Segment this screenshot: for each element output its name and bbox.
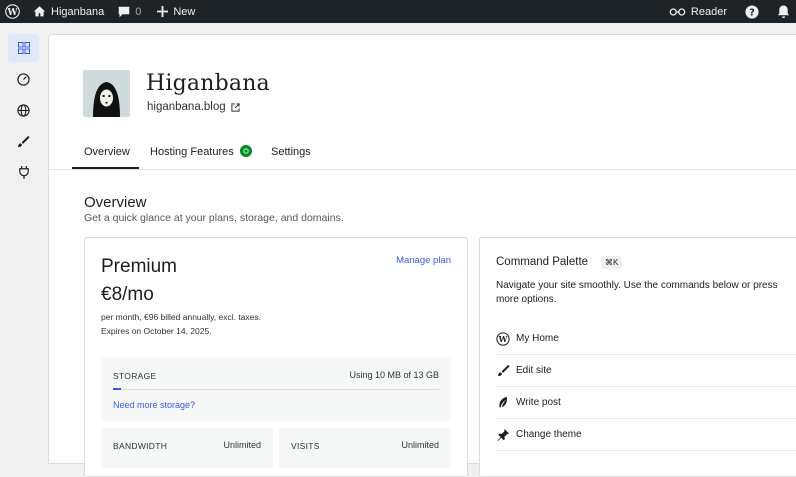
command-palette-shortcut: ⌘K — [601, 256, 623, 269]
command-write-post[interactable]: Write post — [496, 387, 796, 419]
sidebar-item-domains[interactable] — [8, 96, 39, 124]
grid-icon — [17, 42, 30, 54]
storage-box: STORAGE Using 10 MB of 13 GB Need more s… — [101, 357, 451, 421]
sidebar-item-dashboard[interactable] — [8, 34, 39, 62]
reader-menu[interactable]: Reader — [663, 0, 739, 23]
plan-expiry: Expires on October 14, 2025. — [101, 326, 212, 336]
storage-progress-track — [113, 388, 439, 390]
site-url-text: higanbana.blog — [147, 101, 226, 113]
feather-icon — [496, 396, 510, 410]
active-tab-indicator — [72, 167, 139, 169]
tab-settings[interactable]: Settings — [271, 146, 311, 158]
tab-bar: Overview Hosting Features Settings — [49, 135, 796, 170]
external-link-icon — [231, 102, 240, 112]
site-avatar[interactable] — [83, 70, 130, 117]
command-my-home[interactable]: W My Home — [496, 323, 796, 355]
bandwidth-value: Unlimited — [223, 440, 261, 450]
bell-icon — [777, 5, 790, 18]
site-url-link[interactable]: higanbana.blog — [147, 101, 240, 113]
comments-menu[interactable]: 0 — [110, 0, 147, 23]
command-palette-description: Navigate your site smoothly. Use the com… — [496, 280, 778, 305]
plan-billing: per month, €96 billed annually, excl. ta… — [101, 312, 262, 322]
reader-label: Reader — [690, 5, 727, 18]
plus-icon — [157, 6, 169, 17]
main-panel: Higanbana higanbana.blog Overview Hostin… — [48, 34, 796, 477]
svg-text:W: W — [498, 335, 508, 344]
command-label: My Home — [516, 333, 559, 344]
command-label: Change theme — [516, 429, 582, 440]
reader-glasses-icon — [669, 7, 686, 16]
command-palette-card: Command Palette ⌘K Navigate your site sm… — [479, 237, 796, 477]
gauge-icon — [17, 72, 30, 86]
plan-name: Premium — [101, 256, 178, 277]
command-label: Write post — [516, 397, 561, 408]
help-menu[interactable]: ? — [739, 0, 771, 23]
tab-hosting-features[interactable]: Hosting Features — [150, 145, 252, 158]
visits-box: VISITS Unlimited — [279, 428, 451, 468]
bandwidth-label: BANDWIDTH — [113, 441, 168, 451]
tab-overview[interactable]: Overview — [84, 146, 130, 158]
svg-text:?: ? — [749, 7, 755, 18]
storage-usage: Using 10 MB of 13 GB — [349, 370, 439, 380]
tab-hosting-features-label: Hosting Features — [150, 146, 234, 158]
pin-icon — [496, 428, 510, 442]
comment-icon — [118, 6, 130, 17]
svg-text:W: W — [6, 8, 18, 18]
wordpress-icon: W — [496, 331, 510, 346]
new-label: New — [173, 5, 196, 18]
command-change-theme[interactable]: Change theme — [496, 419, 796, 451]
storage-label: STORAGE — [113, 371, 157, 381]
hosting-badge-icon — [239, 145, 252, 158]
command-edit-site[interactable]: Edit site — [496, 355, 796, 387]
admin-bar: W Higanbana 0 New Reader ? — [0, 0, 796, 23]
plan-card: Premium Manage plan €8/mo per month, €96… — [84, 237, 468, 477]
sidebar — [0, 23, 47, 456]
site-name-menu[interactable]: Higanbana — [25, 0, 110, 23]
visits-value: Unlimited — [401, 440, 439, 450]
new-content-menu[interactable]: New — [147, 0, 201, 23]
overview-heading: Overview — [84, 194, 147, 211]
help-icon: ? — [745, 4, 759, 19]
storage-progress-fill — [113, 388, 121, 390]
site-name-label: Higanbana — [51, 5, 105, 18]
globe-icon — [17, 103, 30, 117]
manage-plan-link[interactable]: Manage plan — [396, 255, 451, 266]
sidebar-item-appearance[interactable] — [8, 127, 39, 155]
overview-subtitle: Get a quick glance at your plans, storag… — [84, 212, 344, 224]
wordpress-icon: W — [5, 4, 20, 19]
visits-label: VISITS — [291, 441, 320, 451]
command-label: Edit site — [516, 365, 552, 376]
brush-icon — [17, 135, 30, 147]
comments-count: 0 — [135, 5, 142, 18]
plan-price: €8/mo — [101, 284, 154, 305]
command-palette-title: Command Palette — [496, 256, 589, 268]
notifications-menu[interactable] — [771, 0, 796, 23]
site-title: Higanbana — [146, 71, 270, 96]
sidebar-item-plugins[interactable] — [8, 158, 39, 186]
home-icon — [33, 6, 46, 17]
brush-icon — [496, 364, 510, 378]
wordpress-menu[interactable]: W — [0, 0, 25, 23]
sidebar-item-stats[interactable] — [8, 65, 39, 93]
avatar-image — [83, 70, 130, 117]
bandwidth-box: BANDWIDTH Unlimited — [101, 428, 273, 468]
need-more-storage-link[interactable]: Need more storage? — [113, 400, 195, 410]
plug-icon — [18, 165, 29, 179]
